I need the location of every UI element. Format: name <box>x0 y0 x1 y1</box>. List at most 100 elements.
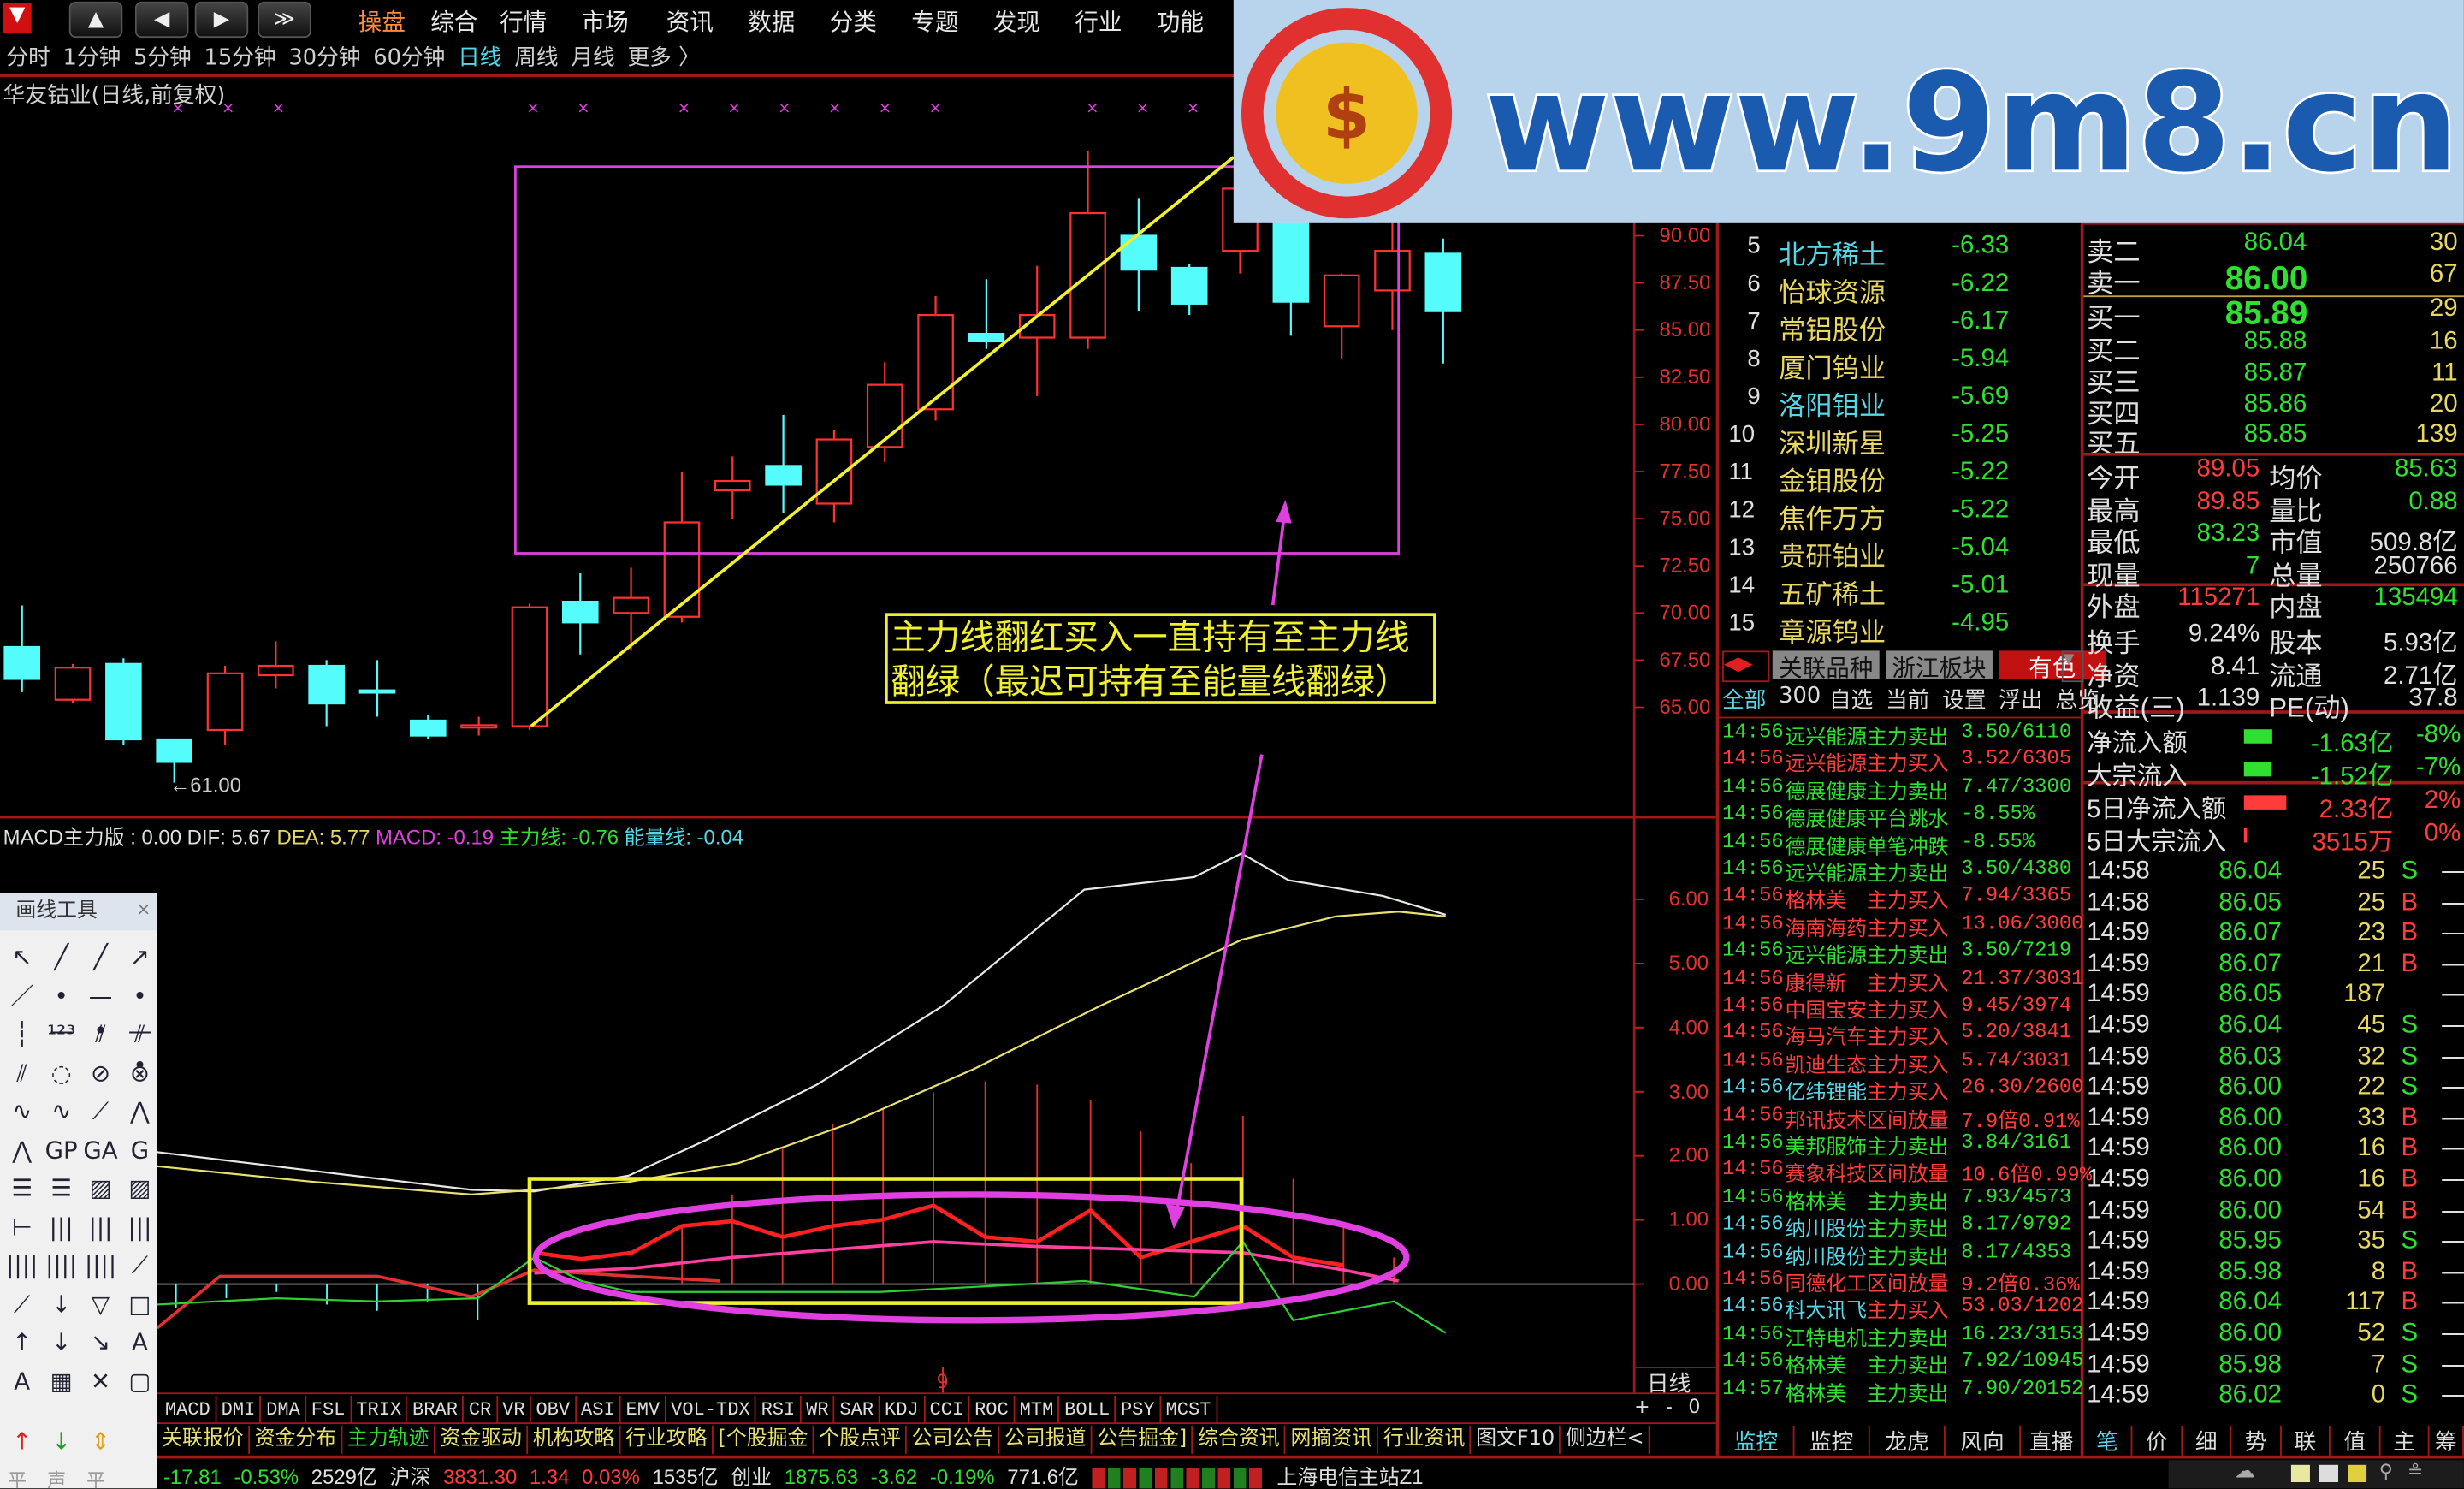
dropdown-icon[interactable]: ▼ <box>2061 650 2084 683</box>
menu-发现[interactable]: 发现 <box>993 5 1040 39</box>
arrow-tool-icon[interactable]: ↑ <box>5 1424 39 1458</box>
arrow-tool-icon[interactable]: ⇕ <box>83 1424 117 1458</box>
drawing-tool-icon[interactable]: ▽ <box>83 1286 117 1320</box>
filter-tab-浮出[interactable]: 浮出 <box>1999 684 2042 715</box>
drawing-tool-icon[interactable]: ／ <box>5 978 39 1012</box>
drawing-tool-icon[interactable]: ⟋ <box>122 1248 157 1282</box>
indicator-tab-BOLL[interactable]: BOLL <box>1060 1395 1116 1425</box>
indicator-tab-SAR[interactable]: SAR <box>835 1395 880 1425</box>
info-tab[interactable]: 行业资讯 <box>1378 1425 1472 1454</box>
drawing-tool-icon[interactable]: ↓ <box>44 1286 78 1320</box>
indicator-tab-VR[interactable]: VR <box>498 1395 531 1425</box>
drawing-tool-icon[interactable]: GP <box>44 1132 78 1166</box>
drawing-tool-icon[interactable]: ⟋ <box>83 1094 117 1128</box>
indicator-tab-PSY[interactable]: PSY <box>1116 1395 1161 1425</box>
drawing-tool-icon[interactable]: A <box>5 1363 39 1397</box>
info-tab[interactable]: 机构攻略 <box>528 1425 621 1454</box>
indicator-tab-DMA[interactable]: DMA <box>262 1395 307 1425</box>
drawing-tool-icon[interactable]: ╱ <box>44 940 78 974</box>
menu-分类[interactable]: 分类 <box>830 5 877 39</box>
indicator-tab-ROC[interactable]: ROC <box>970 1395 1016 1425</box>
ranking-row[interactable]: 7 常铝股份 -6.17 <box>1728 308 2074 346</box>
drawing-tool-icon[interactable]: □ <box>122 1286 157 1320</box>
drawing-tool-icon[interactable]: ∿ <box>44 1094 78 1128</box>
drawing-tool-icon[interactable]: ⟋ <box>5 1286 39 1320</box>
indicator-tab-OBV[interactable]: OBV <box>531 1395 577 1425</box>
filter-tab-自选[interactable]: 自选 <box>1829 684 1873 715</box>
drawing-tool-icon[interactable]: ↓ <box>44 1325 78 1359</box>
panel-tab-值[interactable]: 值 <box>2331 1425 2381 1456</box>
info-tab[interactable]: [个股掘金 <box>714 1425 814 1454</box>
indicator-tab-MCST[interactable]: MCST <box>1161 1395 1217 1425</box>
drawing-tool-icon[interactable]: |||| <box>5 1248 39 1282</box>
info-tab[interactable]: 侧边栏< <box>1561 1425 1651 1454</box>
info-tab[interactable]: 主力轨迹 <box>342 1425 435 1454</box>
coin-icon[interactable] <box>2348 1464 2367 1483</box>
zoom--[interactable]: - <box>1666 1396 1673 1418</box>
filter-tab-全部[interactable]: 全部 <box>1722 684 1766 715</box>
panel-tab-主[interactable]: 主 <box>2381 1425 2430 1456</box>
menu-专题[interactable]: 专题 <box>911 5 958 39</box>
drawing-tool-icon[interactable]: |||| <box>44 1248 78 1282</box>
info-tab[interactable]: 个股点评 <box>814 1425 908 1454</box>
info-tab[interactable]: 公司公告 <box>907 1425 1000 1454</box>
indicator-tab-ASI[interactable]: ASI <box>576 1395 622 1425</box>
drawing-tool-icon[interactable]: ||| <box>83 1209 117 1243</box>
menu-行业[interactable]: 行业 <box>1075 5 1122 39</box>
drawing-tool-icon[interactable]: ◌ <box>44 1055 78 1089</box>
settings-icon[interactable]: ≗ <box>2408 1460 2423 1482</box>
zoom-0[interactable]: 0 <box>1688 1396 1700 1418</box>
panel-tab-细[interactable]: 细 <box>2183 1425 2232 1456</box>
drawing-tool-icon[interactable]: ⋀ <box>5 1132 39 1166</box>
drawing-tool-icon[interactable]: ∿ <box>5 1094 39 1128</box>
panel-tab-风向[interactable]: 风向 <box>1946 1425 2021 1456</box>
panel-tab-联[interactable]: 联 <box>2282 1425 2331 1456</box>
drawing-tool-icon[interactable]: |||| <box>83 1248 117 1282</box>
panel-tab-监控[interactable]: 监控 <box>1719 1425 1795 1456</box>
filter-tab-300[interactable]: 300 <box>1779 684 1821 709</box>
drawing-tool-icon[interactable]: ¹²³ <box>44 1017 78 1051</box>
menu-行情[interactable]: 行情 <box>500 5 547 39</box>
sector-tab-浙江板块[interactable]: 浙江板块 <box>1886 650 1993 682</box>
indicator-tab-EMV[interactable]: EMV <box>621 1395 666 1425</box>
ranking-row[interactable]: 14 五矿稀土 -5.01 <box>1728 572 2074 610</box>
menu-资讯[interactable]: 资讯 <box>666 5 714 39</box>
menu-操盘[interactable]: 操盘 <box>358 5 406 39</box>
info-tab[interactable]: 行业攻略 <box>621 1425 714 1454</box>
drawing-tool-icon[interactable]: ↑ <box>5 1325 39 1359</box>
indicator-tab-CR[interactable]: CR <box>464 1395 498 1425</box>
indicator-tab-CCI[interactable]: CCI <box>925 1395 970 1425</box>
indicator-tab-RSI[interactable]: RSI <box>756 1395 802 1425</box>
drawing-tool-icon[interactable]: ||| <box>44 1209 78 1243</box>
info-tab[interactable]: 综合资讯 <box>1194 1425 1286 1454</box>
sector-tab-关联品种[interactable]: 关联品种 <box>1772 650 1880 682</box>
drawing-tool-icon[interactable]: ⊢ <box>5 1209 39 1243</box>
ranking-row[interactable]: 13 贵研铂业 -5.04 <box>1728 534 2074 572</box>
drawing-tool-icon[interactable]: —• <box>83 978 117 1044</box>
filter-tab-当前[interactable]: 当前 <box>1886 684 1929 715</box>
ranking-row[interactable]: 11 金钼股份 -5.22 <box>1728 459 2074 496</box>
scroll-arrows-icon[interactable]: ◀▶ <box>1722 650 1770 683</box>
info-tab[interactable]: 图文F10 <box>1472 1425 1561 1454</box>
drawing-tool-icon[interactable]: ↗ <box>122 940 157 974</box>
cloud-icon[interactable]: ☁ <box>2235 1460 2255 1484</box>
panel-tab-势[interactable]: 势 <box>2231 1425 2282 1456</box>
panel-tab-筹[interactable]: 筹 <box>2430 1425 2464 1456</box>
indicator-tab-BRAR[interactable]: BRAR <box>408 1395 465 1425</box>
drawing-tool-icon[interactable]: ☰ <box>5 1171 39 1205</box>
indicator-tab-MACD[interactable]: MACD <box>160 1395 217 1425</box>
indicator-tab-TRIX[interactable]: TRIX <box>352 1395 408 1425</box>
close-icon[interactable]: × <box>136 899 151 920</box>
arrow-tool-icon[interactable]: ↓ <box>44 1424 78 1458</box>
drawing-tool-icon[interactable]: ↘ <box>83 1325 117 1359</box>
ranking-row[interactable]: 10 深圳新星 -5.25 <box>1728 421 2074 459</box>
filter-tab-设置[interactable]: 设置 <box>1942 684 1986 715</box>
menu-综合[interactable]: 综合 <box>430 5 477 39</box>
panel-tab-龙虎[interactable]: 龙虎 <box>1870 1425 1946 1456</box>
drawing-tool-icon[interactable]: GA <box>83 1132 117 1166</box>
indicator-tab-MTM[interactable]: MTM <box>1015 1395 1060 1425</box>
drawing-tool-icon[interactable]: ▦ <box>44 1363 78 1397</box>
drawing-tool-icon[interactable]: •— <box>44 978 78 1044</box>
drawing-tool-icon[interactable]: G <box>122 1132 157 1166</box>
info-tab[interactable]: 公司报道 <box>1000 1425 1093 1454</box>
